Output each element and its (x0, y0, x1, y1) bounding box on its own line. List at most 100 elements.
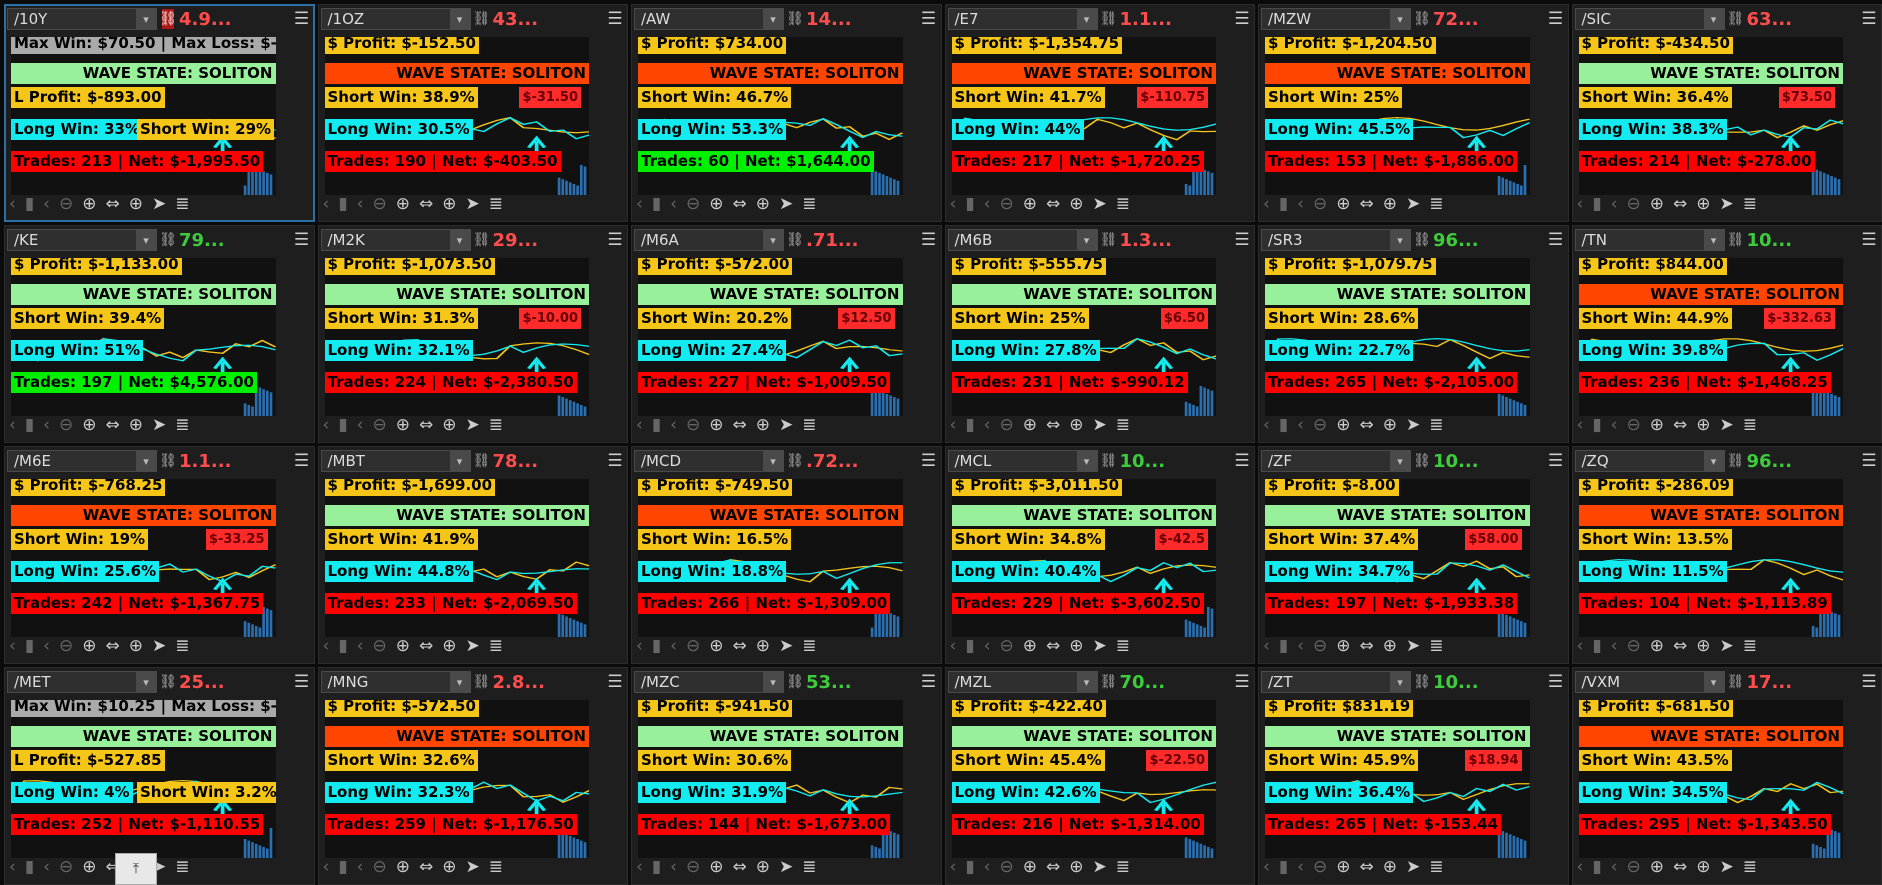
chevron-down-icon[interactable]: ▾ (1390, 230, 1410, 250)
crosshair-icon[interactable]: ⊕ (1069, 857, 1083, 877)
scroll-thumb-icon[interactable]: ▮ (1592, 194, 1601, 214)
symbol-selector[interactable]: /M6E ▾ (7, 450, 157, 472)
zoom-out-icon[interactable]: ⊖ (1626, 194, 1640, 214)
zoom-in-icon[interactable]: ⊕ (1650, 636, 1664, 656)
link-icon[interactable]: ⛓ (1100, 451, 1118, 471)
zoom-out-icon[interactable]: ⊖ (372, 194, 386, 214)
scroll-left-icon[interactable]: ‹ (950, 415, 957, 435)
symbol-selector[interactable]: /VXM ▾ (1574, 671, 1725, 693)
scroll-thumb-icon[interactable]: ▮ (1592, 636, 1601, 656)
chevron-down-icon[interactable]: ▾ (763, 451, 783, 471)
layers-icon[interactable]: ≣ (1743, 194, 1757, 214)
chart-cell[interactable]: /MZW ▾ ⛓ 72... ☰ $ Profit: $-1,204.50 WAVE STA… (1258, 4, 1569, 222)
symbol-selector[interactable]: /MZL ▾ (947, 671, 1098, 693)
symbol-selector[interactable]: /MET ▾ (7, 671, 157, 693)
cursor-icon[interactable]: ➤ (1406, 415, 1420, 435)
zoom-out-icon[interactable]: ⊖ (1626, 857, 1640, 877)
layers-icon[interactable]: ≣ (489, 415, 503, 435)
chart-cell[interactable]: /TN ▾ ⛓ 10... ☰ $ Profit: $844.00 WAVE STATE: … (1571, 225, 1882, 443)
zoom-out-icon[interactable]: ⊖ (1626, 636, 1640, 656)
chart-area[interactable]: $ Profit: $-8.00 WAVE STATE: SOLITON Short… (1265, 479, 1530, 637)
chevron-down-icon[interactable]: ▾ (1703, 230, 1724, 250)
crosshair-icon[interactable]: ⊕ (442, 415, 456, 435)
layers-icon[interactable]: ≣ (1743, 636, 1757, 656)
scroll-thumb-icon[interactable]: ▮ (1592, 857, 1601, 877)
menu-icon[interactable]: ☰ (919, 9, 939, 29)
zoom-in-icon[interactable]: ⊕ (1336, 857, 1350, 877)
menu-icon[interactable]: ☰ (605, 451, 625, 471)
zoom-in-icon[interactable]: ⊕ (1336, 636, 1350, 656)
scroll-left-icon[interactable]: ‹ (1577, 636, 1584, 656)
chevron-down-icon[interactable]: ▾ (449, 672, 470, 692)
zoom-out-icon[interactable]: ⊖ (372, 636, 386, 656)
chart-area[interactable]: $ Profit: $-1,699.00 WAVE STATE: SOLITON S… (324, 479, 589, 637)
pan-icon[interactable]: ⇔ (105, 636, 119, 656)
zoom-out-icon[interactable]: ⊖ (59, 636, 73, 656)
chart-cell[interactable]: /SR3 ▾ ⛓ 96... ☰ $ Profit: $-1,079.75 WAVE STA… (1258, 225, 1569, 443)
scroll-thumb-icon[interactable]: ▮ (1279, 194, 1288, 214)
menu-icon[interactable]: ☰ (919, 230, 939, 250)
layers-icon[interactable]: ≣ (1116, 636, 1130, 656)
chevron-down-icon[interactable]: ▾ (763, 230, 783, 250)
pan-icon[interactable]: ⇔ (419, 194, 433, 214)
chart-cell[interactable]: /MCL ▾ ⛓ 10... ☰ $ Profit: $-3,011.50 WAVE STA… (944, 446, 1255, 664)
zoom-out-icon[interactable]: ⊖ (686, 415, 700, 435)
layers-icon[interactable]: ≣ (489, 636, 503, 656)
layers-icon[interactable]: ≣ (1429, 857, 1443, 877)
scroll-thumb-icon[interactable]: ▮ (25, 415, 34, 435)
cursor-icon[interactable]: ➤ (465, 636, 479, 656)
chart-cell[interactable]: /10Y ▾ ⛓ 4.9... ☰ Max Win: $70.50 | Max Loss:… (4, 4, 315, 222)
menu-icon[interactable]: ☰ (292, 672, 312, 692)
zoom-out-icon[interactable]: ⊖ (999, 636, 1013, 656)
symbol-selector[interactable]: /MZC ▾ (634, 671, 784, 693)
chevron-down-icon[interactable]: ▾ (763, 672, 783, 692)
link-icon[interactable]: ⛓ (786, 230, 804, 250)
chart-area[interactable]: $ Profit: $-1,133.00 WAVE STATE: SOLITON S… (11, 258, 276, 416)
chart-cell[interactable]: /ZQ ▾ ⛓ 96... ☰ $ Profit: $-286.09 WAVE STATE:… (1571, 446, 1882, 664)
chart-cell[interactable]: /MCD ▾ ⛓ .72... ☰ $ Profit: $-749.50 WAVE STAT… (631, 446, 942, 664)
crosshair-icon[interactable]: ⊕ (442, 194, 456, 214)
zoom-in-icon[interactable]: ⊕ (1023, 415, 1037, 435)
cursor-icon[interactable]: ➤ (152, 194, 166, 214)
step-back-icon[interactable]: ‹ (984, 415, 991, 435)
chevron-down-icon[interactable]: ▾ (1076, 451, 1097, 471)
crosshair-icon[interactable]: ⊕ (129, 636, 143, 656)
scroll-left-icon[interactable]: ‹ (323, 857, 330, 877)
symbol-selector[interactable]: /TN ▾ (1574, 229, 1725, 251)
menu-icon[interactable]: ☰ (1232, 9, 1252, 29)
cursor-icon[interactable]: ➤ (1719, 636, 1733, 656)
chart-area[interactable]: $ Profit: $-152.50 WAVE STATE: SOLITON Sho… (324, 37, 589, 195)
chevron-down-icon[interactable]: ▾ (1703, 451, 1724, 471)
step-back-icon[interactable]: ‹ (1297, 415, 1304, 435)
symbol-selector[interactable]: /MBT ▾ (320, 450, 471, 472)
menu-icon[interactable]: ☰ (919, 451, 939, 471)
menu-icon[interactable]: ☰ (605, 672, 625, 692)
menu-icon[interactable]: ☰ (292, 451, 312, 471)
layers-icon[interactable]: ≣ (802, 194, 816, 214)
zoom-out-icon[interactable]: ⊖ (999, 194, 1013, 214)
chevron-down-icon[interactable]: ▾ (136, 230, 156, 250)
chart-area[interactable]: $ Profit: $-572.00 WAVE STATE: SOLITON Sho… (638, 258, 903, 416)
layers-icon[interactable]: ≣ (175, 857, 189, 877)
layers-icon[interactable]: ≣ (489, 857, 503, 877)
zoom-out-icon[interactable]: ⊖ (59, 857, 73, 877)
chart-area[interactable]: $ Profit: $-1,204.50 WAVE STATE: SOLITON S… (1265, 37, 1530, 195)
step-back-icon[interactable]: ‹ (1297, 194, 1304, 214)
link-icon[interactable]: ⛓ (1727, 672, 1745, 692)
link-icon[interactable]: ⛓ (159, 672, 177, 692)
chart-cell[interactable]: /MZL ▾ ⛓ 70... ☰ $ Profit: $-422.40 WAVE STATE… (944, 667, 1255, 885)
symbol-selector[interactable]: /ZF ▾ (1261, 450, 1411, 472)
scroll-left-icon[interactable]: ‹ (636, 194, 643, 214)
crosshair-icon[interactable]: ⊕ (1383, 194, 1397, 214)
symbol-selector[interactable]: /M6A ▾ (634, 229, 784, 251)
chevron-down-icon[interactable]: ▾ (449, 9, 470, 29)
pan-icon[interactable]: ⇔ (732, 415, 746, 435)
zoom-out-icon[interactable]: ⊖ (1313, 636, 1327, 656)
crosshair-icon[interactable]: ⊕ (1696, 415, 1710, 435)
link-icon[interactable]: ⛓ (1413, 672, 1431, 692)
pan-icon[interactable]: ⇔ (419, 415, 433, 435)
symbol-selector[interactable]: /SIC ▾ (1574, 8, 1725, 30)
chart-cell[interactable]: /VXM ▾ ⛓ 17... ☰ $ Profit: $-681.50 WAVE STATE… (1571, 667, 1882, 885)
link-icon[interactable]: ⛓ (1413, 9, 1431, 29)
chart-cell[interactable]: /1OZ ▾ ⛓ 43... ☰ $ Profit: $-152.50 WAVE STATE… (317, 4, 628, 222)
